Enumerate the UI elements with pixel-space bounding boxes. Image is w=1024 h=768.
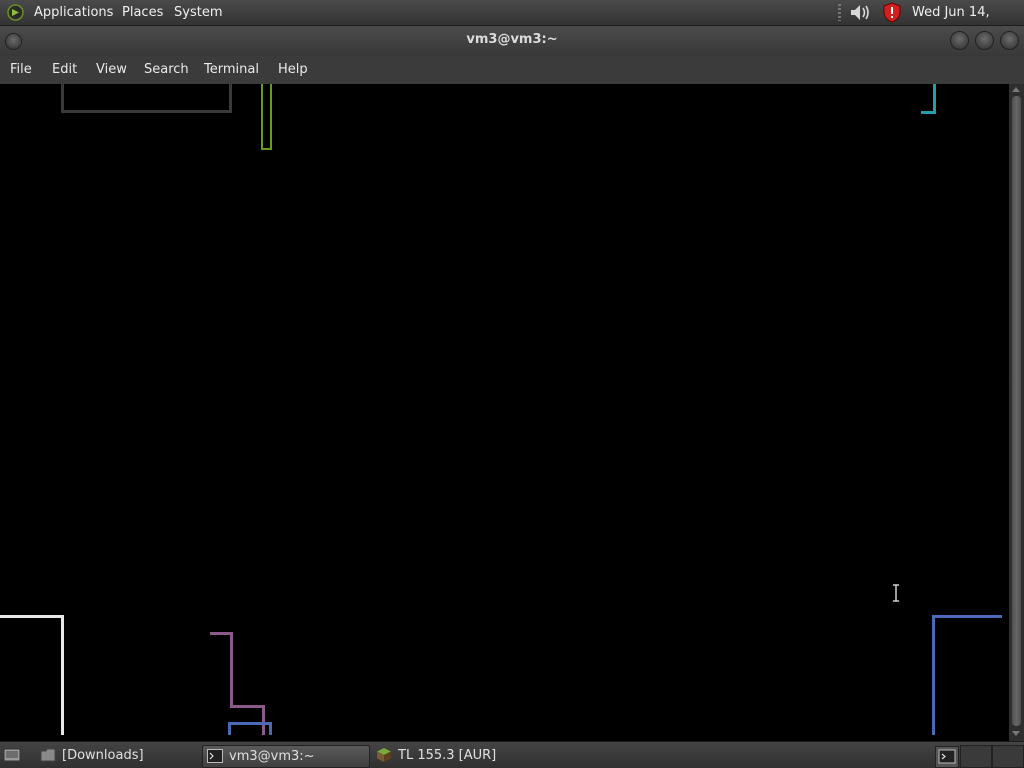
menu-help[interactable]: Help <box>278 56 308 83</box>
workspace-2[interactable] <box>992 745 1024 768</box>
menu-edit[interactable]: Edit <box>52 56 77 83</box>
bottom-panel: [Downloads] vm3@vm3:~ TL 155.3 [AUR] <box>0 741 1024 768</box>
gray-trail <box>61 84 232 113</box>
menu-view[interactable]: View <box>96 56 127 83</box>
scrollbar-thumb[interactable] <box>1012 96 1021 726</box>
folder-icon <box>40 748 56 762</box>
close-button[interactable] <box>1000 31 1019 50</box>
task-label: TL 155.3 [AUR] <box>398 748 497 763</box>
applications-icon[interactable] <box>7 4 24 21</box>
task-label: vm3@vm3:~ <box>229 749 315 764</box>
workspace-1[interactable] <box>960 745 992 768</box>
top-panel: Applications Places System Wed Jun 14, 0… <box>0 0 1024 45</box>
window-title: vm3@vm3:~ <box>466 32 558 47</box>
maximize-button[interactable] <box>975 31 994 50</box>
blue-trail-small <box>228 722 272 735</box>
task-tl-game[interactable]: TL 155.3 [AUR] <box>372 745 552 766</box>
menu-file[interactable]: File <box>10 56 32 83</box>
task-label: [Downloads] <box>62 748 144 763</box>
scroll-down-icon[interactable] <box>1012 731 1020 736</box>
tray-handle[interactable] <box>838 4 841 21</box>
terminal-menubar: File Edit View Search Terminal Help <box>0 56 1024 84</box>
terminal-launcher-icon[interactable] <box>935 746 959 768</box>
window-titlebar[interactable]: vm3@vm3:~ <box>0 26 1024 56</box>
menu-terminal[interactable]: Terminal <box>204 56 259 83</box>
game-block-icon <box>376 748 392 762</box>
menu-search[interactable]: Search <box>144 56 189 83</box>
text-cursor-icon <box>892 584 900 602</box>
terminal-screen[interactable] <box>0 84 1009 741</box>
green-trail <box>261 84 272 150</box>
task-downloads[interactable]: [Downloads] <box>36 745 196 766</box>
minimize-button[interactable] <box>950 31 969 50</box>
teal-trail <box>921 84 936 114</box>
menu-system[interactable]: System <box>174 0 222 25</box>
menu-applications[interactable]: Applications <box>34 0 113 25</box>
show-desktop-icon[interactable] <box>3 747 21 763</box>
scroll-up-icon[interactable] <box>1012 87 1020 92</box>
volume-icon[interactable] <box>849 3 871 22</box>
terminal-icon <box>207 749 223 763</box>
task-terminal[interactable]: vm3@vm3:~ <box>202 745 370 768</box>
terminal-scrollbar[interactable] <box>1009 84 1024 741</box>
purple-trail-upper <box>210 632 233 708</box>
white-trail <box>0 615 64 735</box>
menu-places[interactable]: Places <box>122 0 163 25</box>
security-shield-icon[interactable] <box>882 2 902 23</box>
blue-trail-right <box>932 615 1002 735</box>
